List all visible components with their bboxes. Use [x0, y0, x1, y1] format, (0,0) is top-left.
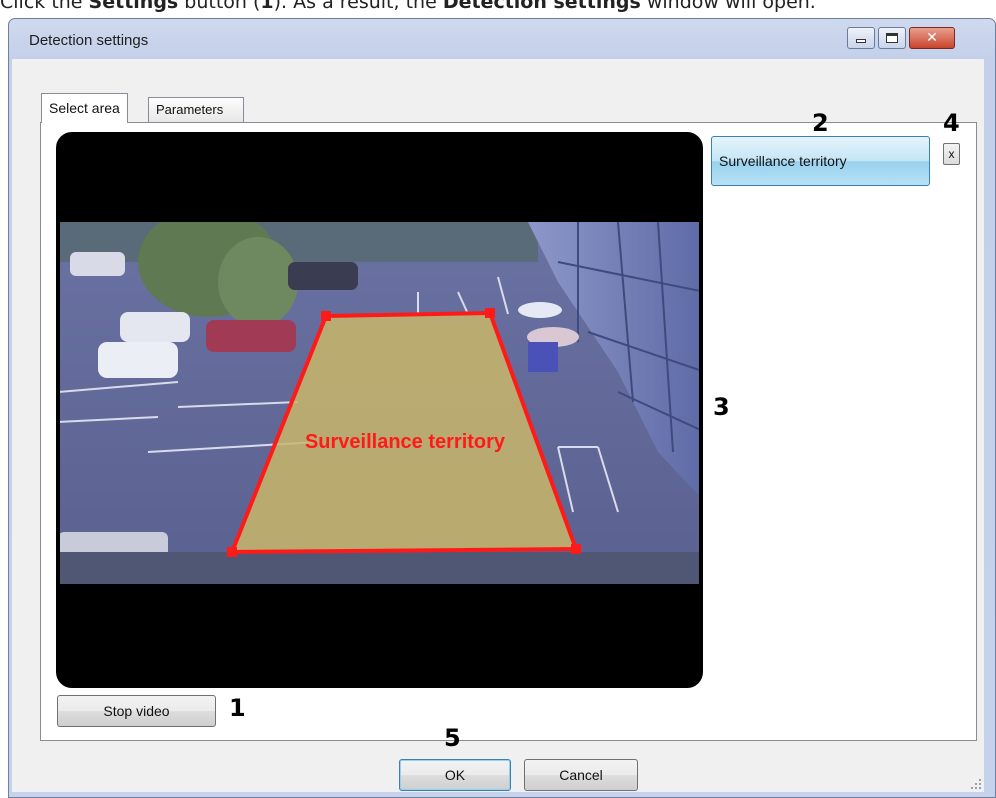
- stop-video-button[interactable]: Stop video: [57, 695, 216, 727]
- cancel-button[interactable]: Cancel: [524, 759, 638, 791]
- tab-select-area[interactable]: Select area: [41, 93, 128, 123]
- area-item-surveillance-territory[interactable]: Surveillance territory: [711, 136, 930, 186]
- video-preview[interactable]: Surveillance territory: [56, 132, 703, 688]
- window-title: Detection settings: [29, 32, 149, 49]
- zone-label: Surveillance territory: [304, 431, 506, 453]
- resize-grip-icon[interactable]: [970, 778, 982, 790]
- maximize-icon: [886, 33, 898, 43]
- detection-settings-window: Detection settings ✕ Select area Paramet…: [8, 18, 996, 798]
- close-window-button[interactable]: ✕: [909, 27, 955, 49]
- close-icon: ✕: [926, 30, 938, 46]
- minimize-icon: [856, 39, 866, 43]
- maximize-button[interactable]: [878, 27, 906, 49]
- video-frame-image: [60, 222, 699, 584]
- callout-3: 3: [713, 393, 730, 421]
- callout-1: 1: [229, 694, 246, 722]
- ok-button[interactable]: OK: [399, 759, 511, 791]
- tab-parameters[interactable]: Parameters: [148, 97, 244, 123]
- callout-2: 2: [812, 109, 829, 137]
- minimize-button[interactable]: [847, 27, 875, 49]
- delete-area-button[interactable]: x: [943, 143, 960, 165]
- callout-4: 4: [943, 109, 960, 137]
- callout-5: 5: [444, 724, 461, 752]
- document-caption: Click the Settings button (1). As a resu…: [0, 0, 816, 13]
- dialog-client-area: Select area Parameters Surveillance terr…: [12, 59, 984, 792]
- select-area-panel: Surveillance territory Surveillance terr…: [40, 109, 977, 741]
